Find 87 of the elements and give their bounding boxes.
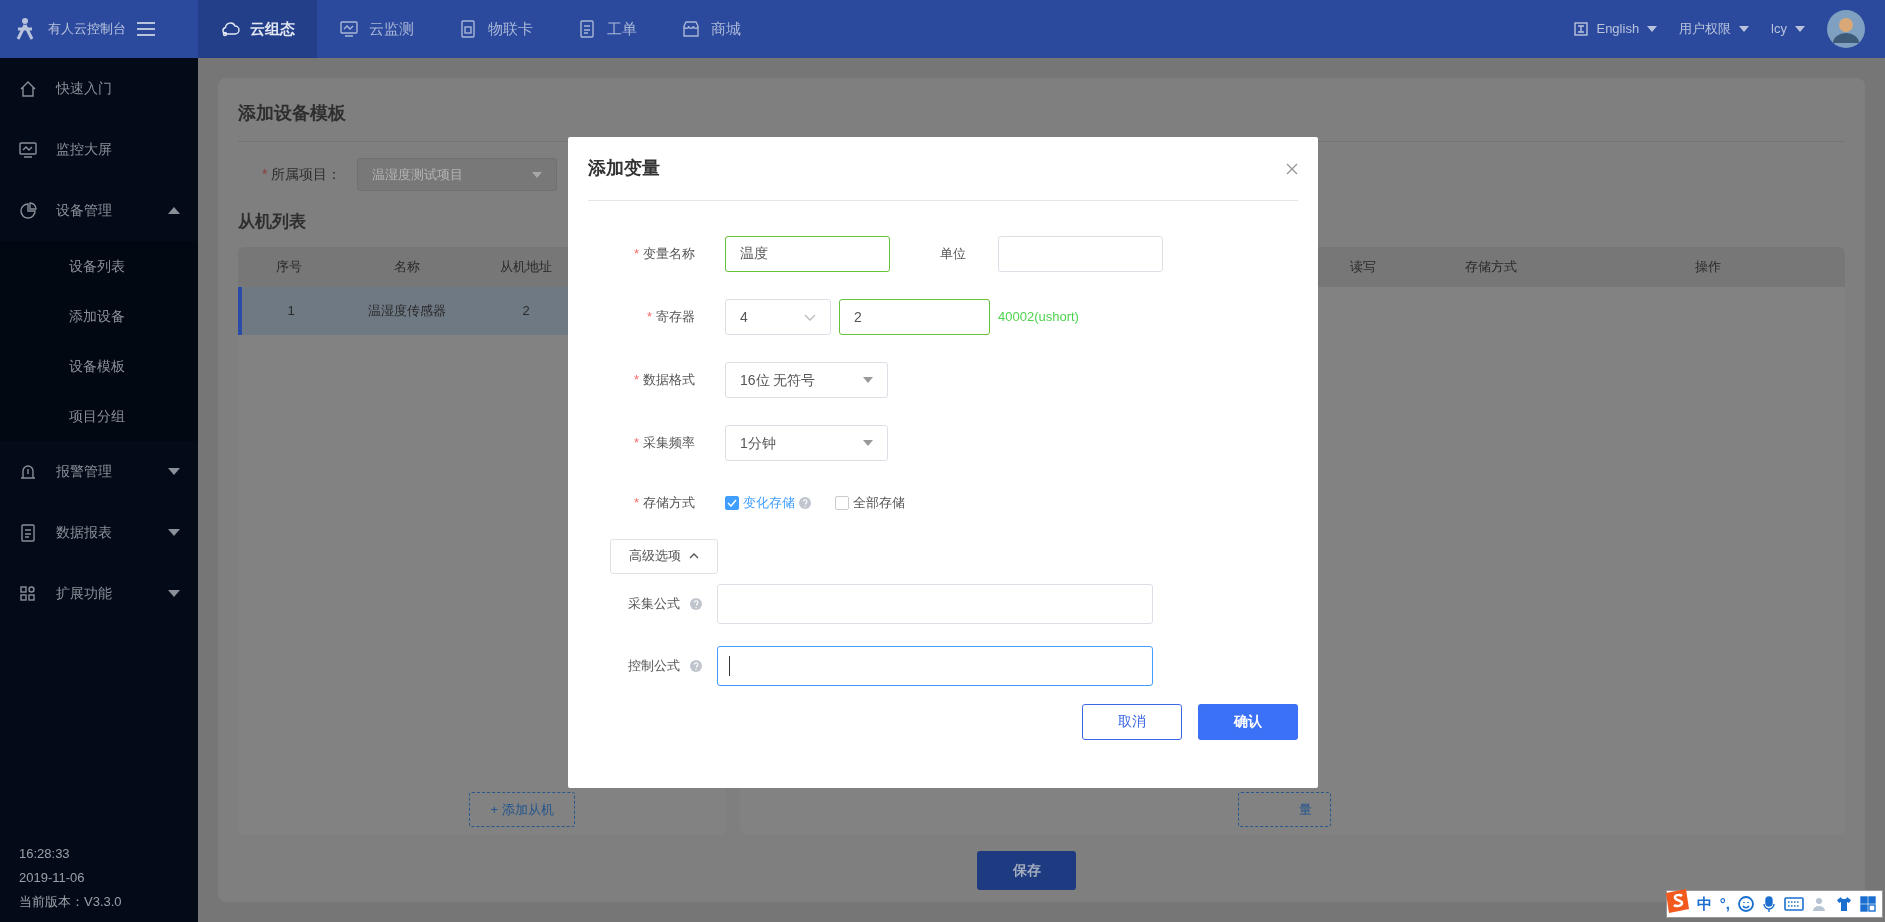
checkbox[interactable] bbox=[835, 495, 849, 510]
caret-down-icon bbox=[863, 377, 873, 383]
form-label: * 存储方式 bbox=[632, 494, 696, 512]
version-text: 当前版本：V3.3.0 bbox=[19, 893, 123, 911]
caret-icon bbox=[1647, 26, 1658, 32]
column-header: 操作 bbox=[1695, 257, 1722, 276]
form-label: * 变量名称 bbox=[632, 245, 696, 264]
language-menu[interactable]: English bbox=[1574, 19, 1658, 39]
input-mode-toggle[interactable]: 中 bbox=[1696, 892, 1712, 916]
section-title: 从机列表 bbox=[238, 211, 307, 233]
punctuation-toggle[interactable]: °, bbox=[1719, 892, 1730, 916]
table-cell-text: 温湿度传感器 bbox=[367, 301, 447, 320]
caret-down-icon bbox=[863, 440, 873, 446]
permissions-menu[interactable]: 用户权限 bbox=[1679, 19, 1750, 39]
sidebar-subitem[interactable]: 项目分组 bbox=[0, 391, 198, 441]
caret-icon bbox=[1739, 26, 1750, 32]
help-icon bbox=[690, 659, 702, 672]
sidebar-subitem[interactable]: 设备模板 bbox=[0, 341, 198, 391]
pie-chart-icon bbox=[18, 200, 38, 221]
text-cursor bbox=[729, 655, 730, 676]
sidebar-item[interactable]: 监控大屏 bbox=[0, 119, 198, 180]
cancel-button[interactable]: 取消 bbox=[1082, 703, 1182, 740]
sidebar-item[interactable]: 快速入门 bbox=[0, 58, 198, 119]
brand-name: 有人云控制台 bbox=[48, 20, 126, 39]
column-header: 序号 bbox=[275, 257, 303, 276]
microphone-icon bbox=[1762, 896, 1776, 912]
sidebar-item[interactable]: 数据报表 bbox=[0, 502, 198, 563]
close-icon bbox=[1286, 163, 1298, 176]
nav-tab[interactable]: 商城 bbox=[659, 0, 763, 58]
data-format-select[interactable]: 16位 无符号 bbox=[725, 362, 888, 398]
shop-icon bbox=[681, 19, 701, 39]
nav-tab[interactable]: 云监测 bbox=[317, 0, 436, 58]
caret-icon bbox=[1795, 26, 1805, 32]
menu-icon bbox=[136, 20, 156, 38]
monitor-icon bbox=[339, 19, 359, 39]
document-icon bbox=[577, 19, 597, 39]
apps-icon bbox=[18, 583, 38, 604]
sidebar-item[interactable]: 扩展功能 bbox=[0, 563, 198, 624]
register-type-select[interactable]: 4 bbox=[725, 299, 831, 335]
form-label: * 数据格式 bbox=[632, 371, 696, 390]
sidebar-item[interactable]: 报警管理 bbox=[0, 441, 198, 502]
form-label: 采集公式 bbox=[627, 594, 681, 613]
confirm-button[interactable]: 确认 bbox=[1198, 703, 1298, 740]
help-icon bbox=[690, 597, 702, 610]
language-icon bbox=[1574, 22, 1589, 36]
modal-title: 添加变量 bbox=[588, 157, 660, 180]
advanced-options-button[interactable]: 高级选项 bbox=[610, 538, 718, 574]
column-header: 存储方式 bbox=[1465, 257, 1518, 276]
monitor-icon bbox=[18, 139, 38, 160]
grid-icon bbox=[1860, 896, 1876, 912]
caret-down-icon bbox=[532, 171, 543, 178]
form-label: 控制公式 bbox=[627, 656, 681, 675]
table-cell-text: 2 bbox=[521, 301, 531, 320]
register-hint: 40002(ushort) bbox=[998, 308, 1079, 327]
sidebar-subitem[interactable]: 设备列表 bbox=[0, 241, 198, 291]
nav-tab[interactable]: 工单 bbox=[555, 0, 659, 58]
nav-tab[interactable]: 物联卡 bbox=[436, 0, 555, 58]
input-field[interactable]: 2 bbox=[839, 299, 990, 335]
shirt-icon bbox=[1836, 896, 1852, 912]
date-text: 2019-11-06 bbox=[19, 869, 86, 887]
frequency-select[interactable]: 1分钟 bbox=[725, 425, 888, 461]
form-label: * 所属项目： bbox=[262, 165, 342, 184]
column-header: 读写 bbox=[1350, 257, 1377, 276]
table-cell-text: 1 bbox=[286, 301, 296, 320]
save-button[interactable]: 保存 bbox=[977, 851, 1076, 890]
emoji-icon bbox=[1738, 896, 1754, 912]
user-icon bbox=[1812, 896, 1828, 912]
form-label: 单位 bbox=[939, 245, 967, 264]
input-field[interactable] bbox=[717, 645, 1153, 686]
user-menu[interactable]: lcy bbox=[1771, 19, 1805, 39]
form-label: * 采集频率 bbox=[632, 434, 696, 453]
avatar-icon bbox=[1827, 10, 1865, 48]
cloud-icon bbox=[220, 19, 240, 39]
document-icon bbox=[18, 522, 38, 543]
form-label: * 寄存器 bbox=[645, 308, 696, 327]
keyboard-icon bbox=[1784, 897, 1804, 911]
checkbox-label[interactable]: 全部存储 bbox=[853, 493, 905, 513]
clock-time: 16:28:33 bbox=[19, 845, 71, 863]
column-header: 名称 bbox=[393, 257, 421, 276]
chevron-down-icon bbox=[804, 313, 816, 321]
nav-tab[interactable]: 云组态 bbox=[198, 0, 317, 58]
sidebar-item[interactable]: 设备管理 bbox=[0, 180, 198, 241]
column-header: 从机地址 bbox=[499, 257, 553, 276]
sidebar-subitem[interactable]: 添加设备 bbox=[0, 291, 198, 341]
sim-card-icon bbox=[458, 19, 478, 39]
checkbox[interactable] bbox=[725, 495, 739, 510]
input-field[interactable]: 温度 bbox=[725, 236, 890, 272]
